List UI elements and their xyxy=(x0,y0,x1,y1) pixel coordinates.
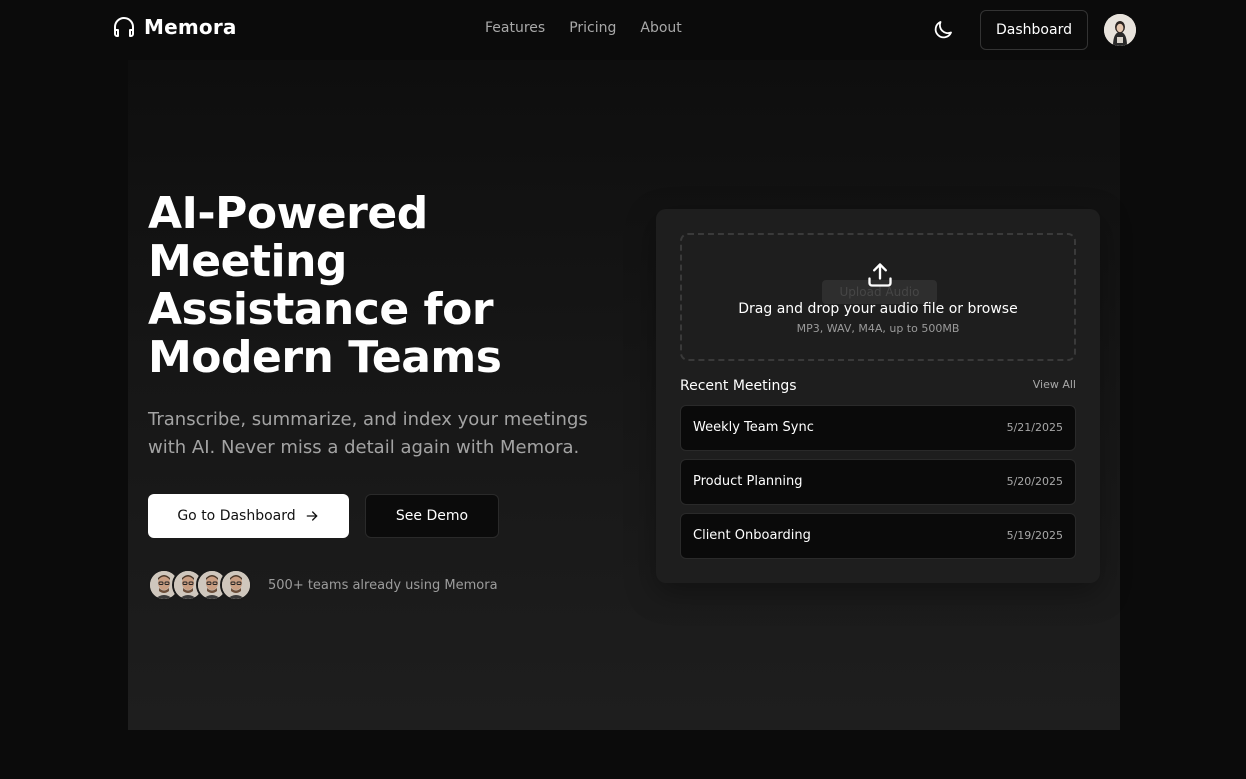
dropzone-title: Drag and drop your audio file or browse xyxy=(738,301,1018,317)
arrow-right-icon xyxy=(306,511,317,521)
meeting-name: Client Onboarding xyxy=(693,528,811,543)
headline-line: Modern Teams xyxy=(148,332,502,383)
nav-link-about[interactable]: About xyxy=(640,20,681,36)
upload-icon xyxy=(868,263,892,287)
audio-dropzone[interactable]: Upload Audio Drag and drop your audio fi… xyxy=(680,233,1076,361)
subtitle-line: Transcribe, summarize, and index your me… xyxy=(148,409,588,430)
go-to-dashboard-button[interactable]: Go to Dashboard xyxy=(148,494,349,538)
brand-logo[interactable]: Memora xyxy=(112,15,237,39)
headline-line: Assistance for xyxy=(148,284,494,335)
subtitle-line: with AI. Never miss a detail again with … xyxy=(148,437,580,458)
nav-link-features[interactable]: Features xyxy=(485,20,545,36)
page: Memora Features Pricing About Dashboard … xyxy=(0,0,1246,779)
meeting-row[interactable]: Product Planning 5/20/2025 xyxy=(680,459,1076,505)
hero-headline: AI-Powered Meeting Assistance for Modern… xyxy=(148,190,588,382)
view-all-link[interactable]: View All xyxy=(1033,378,1076,391)
top-navbar: Memora Features Pricing About Dashboard xyxy=(0,0,1246,60)
headphones-icon xyxy=(114,17,134,37)
meeting-row[interactable]: Weekly Team Sync 5/21/2025 xyxy=(680,405,1076,451)
meeting-date: 5/19/2025 xyxy=(1006,529,1063,542)
team-avatar xyxy=(220,569,252,601)
see-demo-button[interactable]: See Demo xyxy=(365,494,499,538)
upload-card: Upload Audio Drag and drop your audio fi… xyxy=(656,209,1100,583)
moon-icon[interactable] xyxy=(931,18,955,42)
hero-subtitle: Transcribe, summarize, and index your me… xyxy=(148,406,588,462)
meeting-row[interactable]: Client Onboarding 5/19/2025 xyxy=(680,513,1076,559)
meeting-name: Product Planning xyxy=(693,474,803,489)
brand-name: Memora xyxy=(144,15,237,39)
nav-link-pricing[interactable]: Pricing xyxy=(569,20,616,36)
nav-links: Features Pricing About xyxy=(485,20,682,36)
recent-meetings-title: Recent Meetings xyxy=(680,378,797,394)
headline-line: AI-Powered xyxy=(148,188,428,239)
avatar-image xyxy=(1104,14,1136,46)
meeting-date: 5/21/2025 xyxy=(1006,421,1063,434)
headline-line: Meeting xyxy=(148,236,347,287)
go-to-dashboard-label: Go to Dashboard xyxy=(177,508,296,524)
user-avatar[interactable] xyxy=(1104,14,1136,46)
dashboard-button[interactable]: Dashboard xyxy=(980,10,1088,50)
dropzone-subtitle: MP3, WAV, M4A, up to 500MB xyxy=(796,322,960,335)
meeting-name: Weekly Team Sync xyxy=(693,420,814,435)
meeting-date: 5/20/2025 xyxy=(1006,475,1063,488)
social-proof: 500+ teams already using Memora xyxy=(148,569,498,601)
social-proof-text: 500+ teams already using Memora xyxy=(268,577,498,593)
